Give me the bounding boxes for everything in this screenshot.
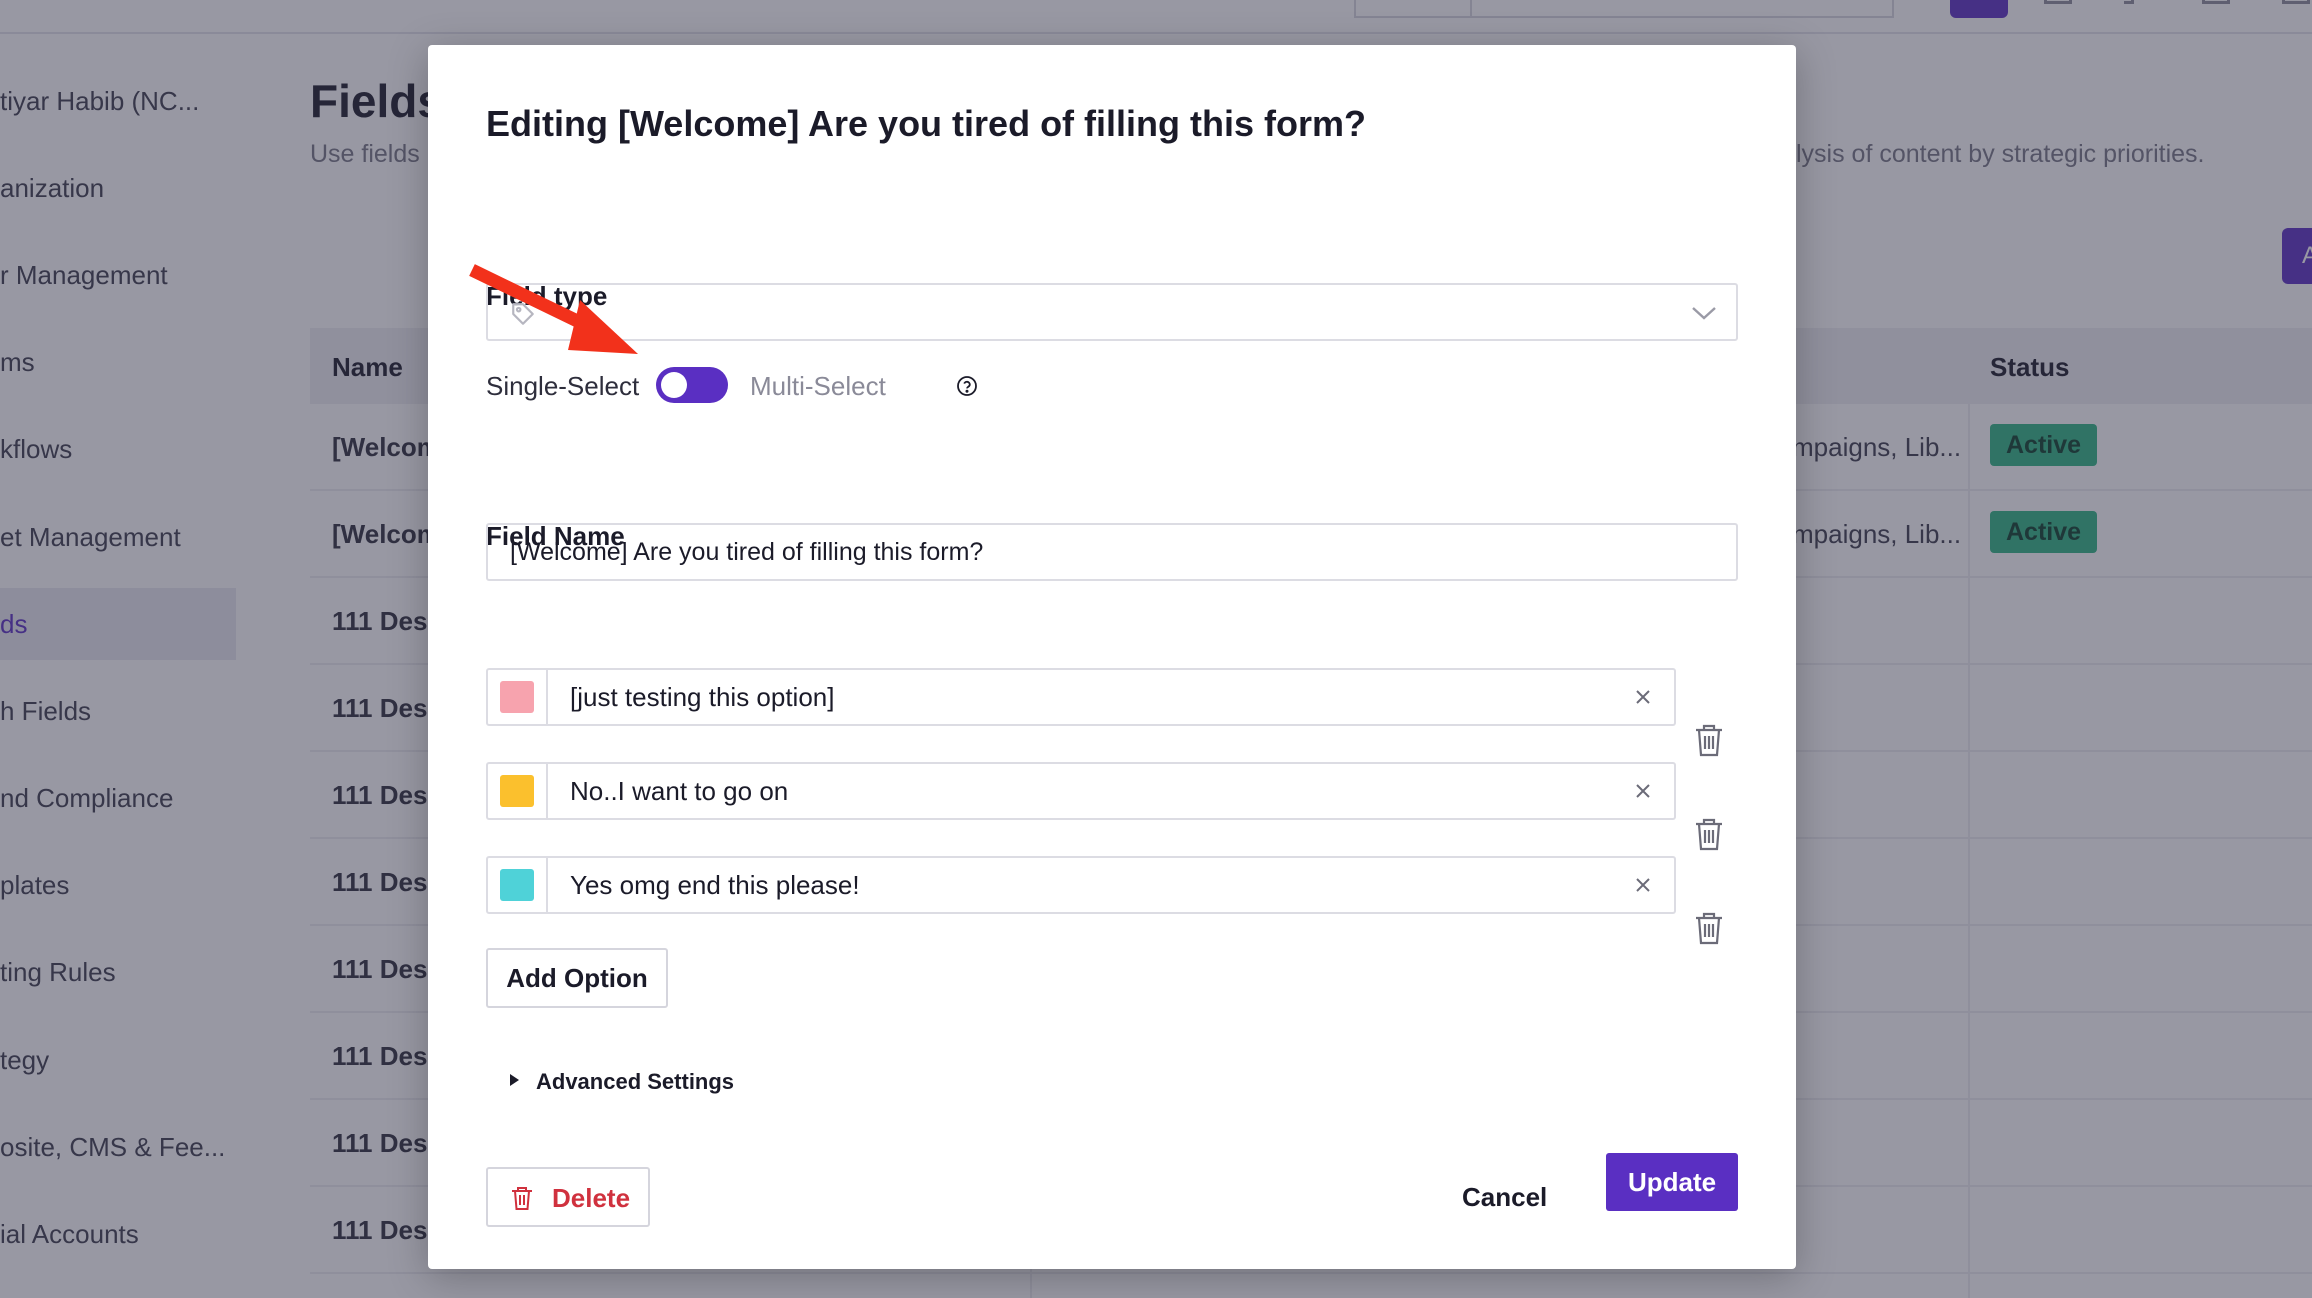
single-select-label: Single-Select	[486, 371, 640, 401]
close-icon[interactable]	[1634, 688, 1652, 706]
trash-icon[interactable]	[1692, 816, 1726, 852]
delete-button[interactable]: Delete	[486, 1167, 650, 1227]
option-input[interactable]: [just testing this option]	[570, 670, 834, 724]
option-color-swatch	[500, 681, 534, 713]
question-circle-icon[interactable]	[956, 375, 978, 397]
modal-title: Editing [Welcome] Are you tired of filli…	[486, 103, 1367, 144]
add-option-button[interactable]: Add Option	[486, 948, 668, 1008]
option-input[interactable]: No..I want to go on	[570, 764, 788, 818]
option-color-picker[interactable]	[488, 858, 548, 912]
advanced-settings-label: Advanced Settings	[536, 1069, 735, 1094]
trash-icon	[512, 1187, 532, 1210]
multi-select-label: Multi-Select	[750, 371, 886, 401]
option-row: [just testing this option]	[486, 668, 1676, 726]
delete-label: Delete	[552, 1183, 631, 1213]
option-color-picker[interactable]	[488, 670, 548, 724]
close-icon[interactable]	[1634, 782, 1652, 800]
update-button[interactable]: Update	[1606, 1153, 1738, 1211]
trash-icon[interactable]	[1692, 722, 1726, 758]
field-type-select[interactable]	[486, 283, 1738, 341]
annotation-arrow-icon	[469, 264, 638, 354]
select-mode-switch[interactable]	[656, 367, 728, 403]
switch-knob	[661, 372, 687, 398]
option-row: Yes omg end this please!	[486, 856, 1676, 914]
trash-icon[interactable]	[1692, 910, 1726, 946]
field-name-input[interactable]: [Welcome] Are you tired of filling this …	[486, 523, 1738, 581]
close-icon[interactable]	[1634, 876, 1652, 894]
caret-right-icon	[510, 1074, 519, 1086]
edit-field-modal: Editing [Welcome] Are you tired of filli…	[428, 45, 1796, 1269]
option-color-swatch	[500, 775, 534, 807]
option-input[interactable]: Yes omg end this please!	[570, 858, 860, 912]
cancel-button[interactable]: Cancel	[1462, 1169, 1547, 1225]
option-row: No..I want to go on	[486, 762, 1676, 820]
chevron-down-icon	[1692, 307, 1716, 320]
option-color-swatch	[500, 869, 534, 901]
option-color-picker[interactable]	[488, 764, 548, 818]
